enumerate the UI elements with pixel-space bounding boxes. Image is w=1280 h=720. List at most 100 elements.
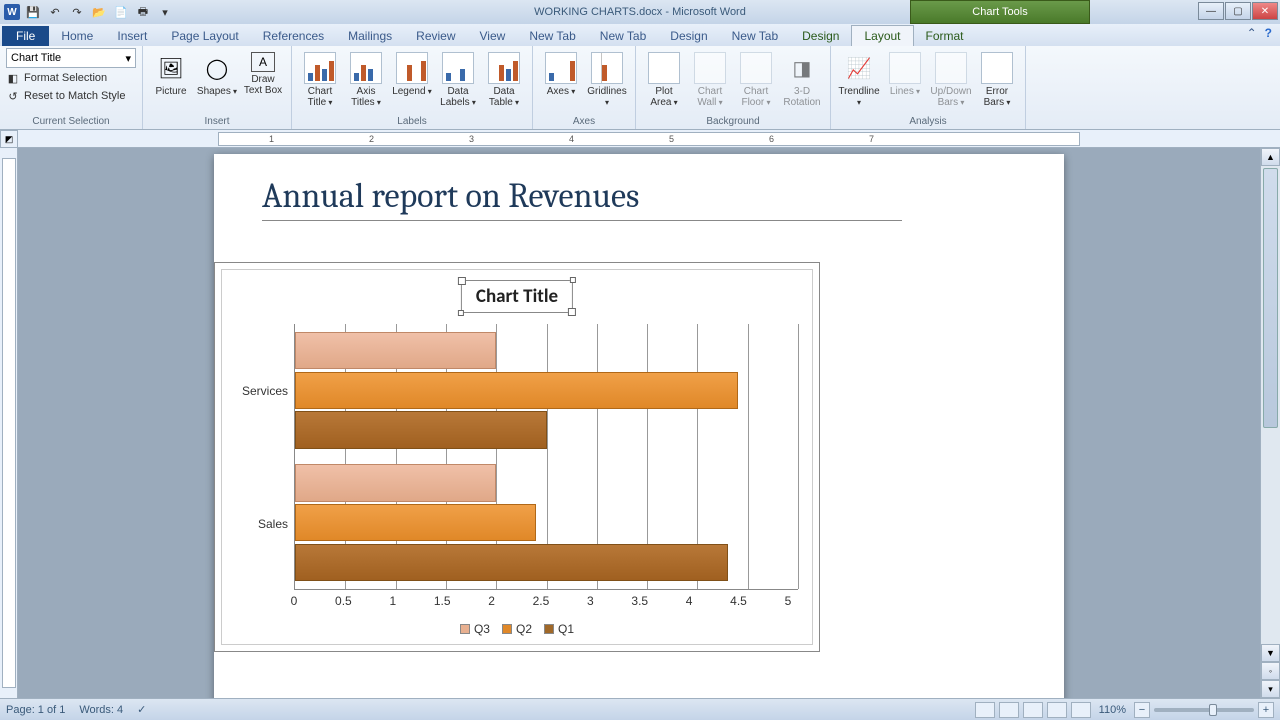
tab-insert[interactable]: Insert xyxy=(105,26,159,46)
lines-button[interactable]: Lines xyxy=(883,48,927,97)
maximize-button[interactable]: ▢ xyxy=(1225,2,1251,20)
tab-new2[interactable]: New Tab xyxy=(588,26,658,46)
new-icon[interactable]: 📄 xyxy=(112,3,130,21)
vertical-scrollbar[interactable]: ▲ ▼ ◦ ▾ xyxy=(1260,148,1280,698)
tab-new3[interactable]: New Tab xyxy=(720,26,790,46)
ruler-corner[interactable]: ◩ xyxy=(0,130,18,148)
data-table-icon xyxy=(488,52,520,84)
chart-floor-button[interactable]: Chart Floor xyxy=(734,48,778,108)
tab-review[interactable]: Review xyxy=(404,26,467,46)
page[interactable]: Annual report on Revenues Chart Title Se… xyxy=(214,154,1064,698)
plot-area[interactable]: Services Sales xyxy=(236,324,798,590)
format-selection-icon: ◧ xyxy=(6,71,20,85)
bar-q1-services[interactable] xyxy=(295,411,547,448)
view-outline-icon[interactable] xyxy=(1047,702,1067,718)
draw-text-box-button[interactable]: ADraw Text Box xyxy=(241,48,285,96)
updown-bars-button[interactable]: Up/Down Bars xyxy=(929,48,973,108)
close-button[interactable]: ✕ xyxy=(1252,2,1278,20)
3d-rotation-icon: ◨ xyxy=(786,52,818,84)
status-page[interactable]: Page: 1 of 1 xyxy=(6,704,65,716)
scroll-up-icon[interactable]: ▲ xyxy=(1261,148,1280,166)
tab-new1[interactable]: New Tab xyxy=(517,26,587,46)
undo-icon[interactable]: ↶ xyxy=(46,3,64,21)
qat-more-icon[interactable]: ▾ xyxy=(156,3,174,21)
tab-page-layout[interactable]: Page Layout xyxy=(159,26,250,46)
axes-button[interactable]: Axes xyxy=(539,48,583,97)
view-web-icon[interactable] xyxy=(1023,702,1043,718)
zoom-slider[interactable] xyxy=(1154,708,1254,712)
group-label-labels: Labels xyxy=(298,116,526,129)
zoom-out-button[interactable]: − xyxy=(1134,702,1150,718)
next-page-icon[interactable]: ▾ xyxy=(1261,680,1280,698)
view-print-layout-icon[interactable] xyxy=(975,702,995,718)
gridlines-button[interactable]: Gridlines xyxy=(585,48,629,108)
chart-title-text[interactable]: Chart Title xyxy=(476,285,558,308)
insert-shapes-button[interactable]: ◯Shapes xyxy=(195,48,239,97)
data-table-button[interactable]: Data Table xyxy=(482,48,526,108)
chart-object[interactable]: Chart Title Services Sales 00.511.522.53… xyxy=(214,262,820,652)
view-draft-icon[interactable] xyxy=(1071,702,1091,718)
legend-q2[interactable]: Q2 xyxy=(502,622,532,636)
scroll-thumb[interactable] xyxy=(1263,168,1278,428)
chart-area[interactable]: Chart Title Services Sales 00.511.522.53… xyxy=(221,269,813,645)
zoom-slider-knob[interactable] xyxy=(1209,704,1217,716)
help-icon[interactable]: ? xyxy=(1265,26,1272,40)
redo-icon[interactable]: ↷ xyxy=(68,3,86,21)
data-labels-button[interactable]: Data Labels xyxy=(436,48,480,108)
chart-tools-context-tab: Chart Tools xyxy=(910,0,1090,24)
bar-q2-sales[interactable] xyxy=(295,504,536,541)
tab-design[interactable]: Design xyxy=(658,26,719,46)
format-selection-button[interactable]: ◧ Format Selection xyxy=(6,70,136,86)
bar-q3-sales[interactable] xyxy=(295,464,496,501)
chart-element-combo[interactable]: Chart Title ▾ xyxy=(6,48,136,68)
tab-chart-layout[interactable]: Layout xyxy=(851,25,913,46)
minimize-ribbon-icon[interactable]: ⌃ xyxy=(1247,26,1257,40)
status-words[interactable]: Words: 4 xyxy=(79,704,123,716)
x-tick: 1.5 xyxy=(432,594,452,610)
ruler-vertical[interactable] xyxy=(0,148,18,698)
bar-q3-services[interactable] xyxy=(295,332,496,369)
chart-wall-button[interactable]: Chart Wall xyxy=(688,48,732,108)
reset-to-match-style-button[interactable]: ↺ Reset to Match Style xyxy=(6,88,136,104)
chart-grid[interactable] xyxy=(294,324,798,590)
spell-check-icon[interactable]: ✓ xyxy=(137,703,146,716)
tab-view[interactable]: View xyxy=(468,26,518,46)
chart-legend[interactable]: Q3 Q2 Q1 xyxy=(222,622,812,636)
legend-q3[interactable]: Q3 xyxy=(460,622,490,636)
scroll-down-icon[interactable]: ▼ xyxy=(1261,644,1280,662)
3d-rotation-button[interactable]: ◨3-D Rotation xyxy=(780,48,824,108)
document-heading[interactable]: Annual report on Revenues xyxy=(262,176,902,221)
page-scroll[interactable]: Annual report on Revenues Chart Title Se… xyxy=(18,148,1260,698)
tab-chart-format[interactable]: Format xyxy=(914,26,976,46)
ruler-horizontal[interactable]: 1234567 xyxy=(18,130,1280,148)
prev-page-icon[interactable]: ◦ xyxy=(1261,662,1280,680)
save-icon[interactable]: 💾 xyxy=(24,3,42,21)
group-insert: 🖼Picture ◯Shapes ADraw Text Box Insert xyxy=(143,46,292,129)
word-app-icon[interactable]: W xyxy=(4,4,20,20)
x-tick: 2 xyxy=(482,594,502,610)
legend-q1[interactable]: Q1 xyxy=(544,622,574,636)
zoom-in-button[interactable]: + xyxy=(1258,702,1274,718)
error-bars-button[interactable]: Error Bars xyxy=(975,48,1019,108)
legend-button[interactable]: Legend xyxy=(390,48,434,97)
window-controls: — ▢ ✕ xyxy=(1198,2,1278,20)
minimize-button[interactable]: — xyxy=(1198,2,1224,20)
group-label-axes: Axes xyxy=(539,116,629,129)
plot-area-button[interactable]: Plot Area xyxy=(642,48,686,108)
chart-title-box[interactable]: Chart Title xyxy=(461,280,573,313)
print-icon[interactable]: 🖶 xyxy=(134,3,152,21)
view-fullscreen-icon[interactable] xyxy=(999,702,1019,718)
trendline-button[interactable]: 📈Trendline xyxy=(837,48,881,108)
insert-picture-button[interactable]: 🖼Picture xyxy=(149,48,193,97)
tab-file[interactable]: File xyxy=(2,26,49,46)
bar-q1-sales[interactable] xyxy=(295,544,728,581)
zoom-level[interactable]: 110% xyxy=(1099,704,1126,716)
tab-chart-design[interactable]: Design xyxy=(790,26,851,46)
tab-home[interactable]: Home xyxy=(49,26,105,46)
tab-references[interactable]: References xyxy=(251,26,336,46)
axis-titles-button[interactable]: Axis Titles xyxy=(344,48,388,108)
bar-q2-services[interactable] xyxy=(295,372,738,409)
open-icon[interactable]: 📂 xyxy=(90,3,108,21)
chart-title-button[interactable]: Chart Title xyxy=(298,48,342,108)
tab-mailings[interactable]: Mailings xyxy=(336,26,404,46)
